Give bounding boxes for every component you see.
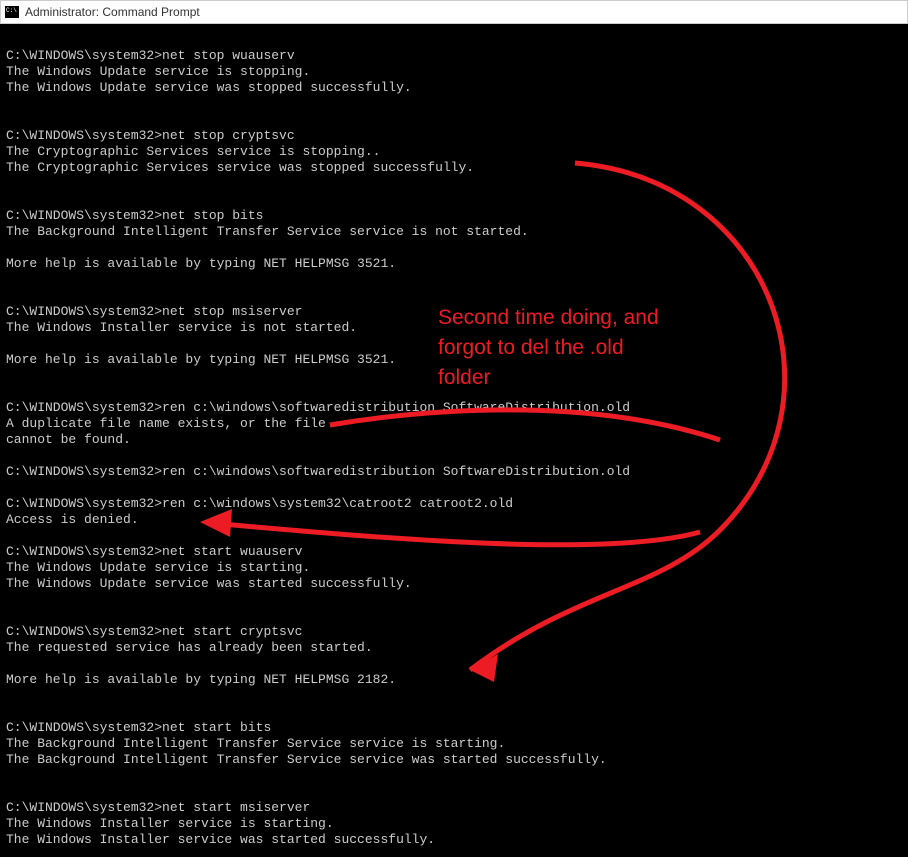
window-title: Administrator: Command Prompt bbox=[25, 5, 200, 19]
output-line: The Background Intelligent Transfer Serv… bbox=[6, 752, 902, 768]
command-line: C:\WINDOWS\system32>ren c:\windows\softw… bbox=[6, 400, 902, 416]
output-line: The Background Intelligent Transfer Serv… bbox=[6, 224, 902, 240]
cmd-icon bbox=[5, 6, 19, 18]
blank-line bbox=[6, 656, 902, 672]
blank-line bbox=[6, 608, 902, 624]
blank-line bbox=[6, 784, 902, 800]
blank-line bbox=[6, 384, 902, 400]
output-line: The Cryptographic Services service is st… bbox=[6, 144, 902, 160]
blank-line bbox=[6, 240, 902, 256]
output-line: More help is available by typing NET HEL… bbox=[6, 256, 902, 272]
output-line: The Windows Update service is starting. bbox=[6, 560, 902, 576]
blank-line bbox=[6, 96, 902, 112]
command-line: C:\WINDOWS\system32>ren c:\windows\softw… bbox=[6, 464, 902, 480]
output-line: The Windows Update service was stopped s… bbox=[6, 80, 902, 96]
blank-line bbox=[6, 480, 902, 496]
output-line: More help is available by typing NET HEL… bbox=[6, 352, 902, 368]
blank-line bbox=[6, 336, 902, 352]
command-line: C:\WINDOWS\system32>net stop wuauserv bbox=[6, 48, 902, 64]
blank-line bbox=[6, 592, 902, 608]
output-line: The Background Intelligent Transfer Serv… bbox=[6, 736, 902, 752]
command-line: C:\WINDOWS\system32>net stop cryptsvc bbox=[6, 128, 902, 144]
blank-line bbox=[6, 112, 902, 128]
command-line: C:\WINDOWS\system32>net start bits bbox=[6, 720, 902, 736]
output-line: A duplicate file name exists, or the fil… bbox=[6, 416, 902, 432]
output-line: Access is denied. bbox=[6, 512, 902, 528]
output-line: The Windows Installer service is startin… bbox=[6, 816, 902, 832]
command-line: C:\WINDOWS\system32>net start cryptsvc bbox=[6, 624, 902, 640]
blank-line bbox=[6, 688, 902, 704]
command-line: C:\WINDOWS\system32>net start msiserver bbox=[6, 800, 902, 816]
window-title-bar[interactable]: Administrator: Command Prompt bbox=[0, 0, 908, 24]
command-line: C:\WINDOWS\system32>net stop bits bbox=[6, 208, 902, 224]
blank-line bbox=[6, 288, 902, 304]
command-line: C:\WINDOWS\system32>net stop msiserver bbox=[6, 304, 902, 320]
blank-line bbox=[6, 32, 902, 48]
blank-line bbox=[6, 704, 902, 720]
output-line: The Windows Installer service was starte… bbox=[6, 832, 902, 848]
output-line: The Windows Installer service is not sta… bbox=[6, 320, 902, 336]
blank-line bbox=[6, 528, 902, 544]
output-line: cannot be found. bbox=[6, 432, 902, 448]
command-line: C:\WINDOWS\system32>ren c:\windows\syste… bbox=[6, 496, 902, 512]
blank-line bbox=[6, 176, 902, 192]
console-output[interactable]: C:\WINDOWS\system32>net stop wuauservThe… bbox=[0, 24, 908, 857]
blank-line bbox=[6, 448, 902, 464]
output-line: The Windows Update service is stopping. bbox=[6, 64, 902, 80]
blank-line bbox=[6, 272, 902, 288]
output-line: The Windows Update service was started s… bbox=[6, 576, 902, 592]
blank-line bbox=[6, 368, 902, 384]
output-line: The requested service has already been s… bbox=[6, 640, 902, 656]
blank-line bbox=[6, 768, 902, 784]
output-line: The Cryptographic Services service was s… bbox=[6, 160, 902, 176]
blank-line bbox=[6, 192, 902, 208]
command-line: C:\WINDOWS\system32>net start wuauserv bbox=[6, 544, 902, 560]
output-line: More help is available by typing NET HEL… bbox=[6, 672, 902, 688]
